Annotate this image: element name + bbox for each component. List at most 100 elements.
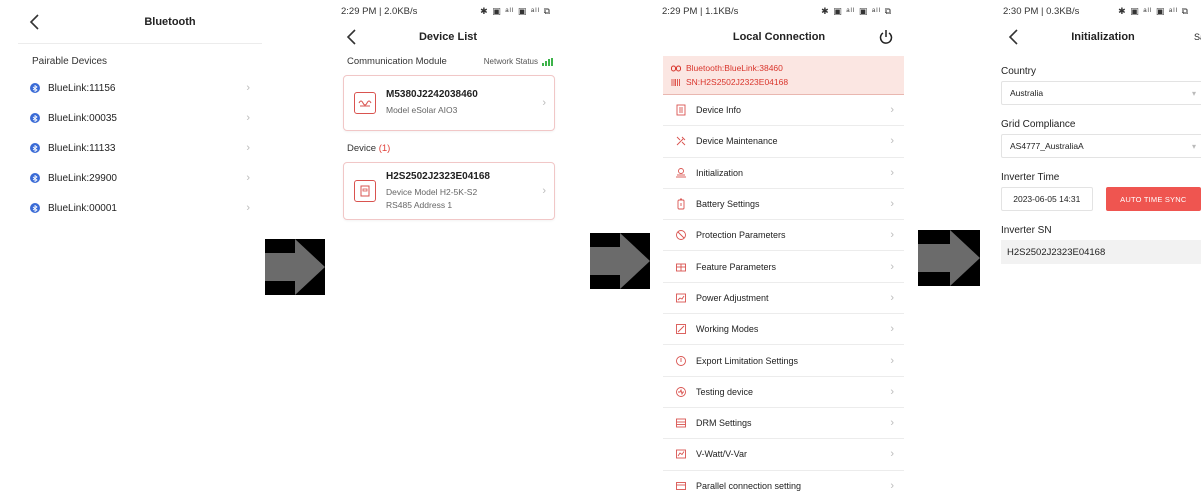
grid-compliance-label: Grid Compliance xyxy=(1001,119,1076,130)
menu-item-v-watt[interactable]: V-Watt/V-Var › xyxy=(663,439,904,471)
back-icon[interactable] xyxy=(1003,26,1025,48)
drm-icon xyxy=(675,417,687,429)
signal-icon xyxy=(542,57,553,66)
status-bar: 2:29 PM | 1.1KB/s ✱ ▣ ᵃˡˡ ▣ ᵃˡˡ ⧉ xyxy=(654,0,904,22)
bluetooth-device-item[interactable]: BlueLink:00001 › xyxy=(18,193,262,223)
inverter-sn-value: H2S2502J2323E04168 xyxy=(1001,240,1201,264)
menu-item-label: Power Adjustment xyxy=(696,292,769,303)
page-title: Bluetooth xyxy=(144,15,196,28)
menu-item-label: Testing device xyxy=(696,386,754,397)
initialization-header: Initialization Sa xyxy=(995,22,1201,52)
menu-item-feature[interactable]: Feature Parameters › xyxy=(663,251,904,283)
chevron-right-icon: › xyxy=(246,82,250,94)
chevron-right-icon: › xyxy=(890,479,894,492)
status-time: 2:29 PM | 2.0KB/s xyxy=(341,5,418,17)
initialization-screen: 2:30 PM | 0.3KB/s ✱ ▣ ᵃˡˡ ▣ ᵃˡˡ ⧉ Initia… xyxy=(995,0,1201,497)
menu-item-parallel[interactable]: Parallel connection setting › xyxy=(663,471,904,497)
menu-item-initialization[interactable]: Initialization › xyxy=(663,158,904,189)
bluetooth-icon xyxy=(30,83,40,93)
chevron-right-icon: › xyxy=(890,260,894,273)
menu-item-protection[interactable]: Protection Parameters › xyxy=(663,220,904,252)
chevron-right-icon: › xyxy=(890,448,894,461)
parallel-icon xyxy=(675,480,687,492)
status-bar: 2:29 PM | 2.0KB/s ✱ ▣ ᵃˡˡ ▣ ᵃˡˡ ⧉ xyxy=(333,0,563,22)
module-icon xyxy=(354,92,376,114)
country-select[interactable]: Australia ▾ xyxy=(1001,81,1201,105)
bluetooth-device-name: BlueLink:00035 xyxy=(48,112,117,124)
bluetooth-connection-line: Bluetooth:BlueLink:38460 xyxy=(671,61,896,75)
menu-item-device-info[interactable]: Device Info › xyxy=(663,95,904,127)
pairable-devices-list: BlueLink:11156 › BlueLink:00035 › BlueLink:1… xyxy=(18,73,262,223)
menu-item-battery[interactable]: Battery Settings › xyxy=(663,189,904,221)
bluetooth-device-item[interactable]: BlueLink:11133 › xyxy=(18,133,262,163)
auto-time-sync-button[interactable]: AUTO TIME SYNC xyxy=(1105,187,1201,211)
menu-item-working-modes[interactable]: Working Modes › xyxy=(663,314,904,346)
device-section-label: Device (1) xyxy=(333,131,563,158)
bluetooth-device-name: BlueLink:00001 xyxy=(48,202,117,214)
status-time: 2:29 PM | 1.1KB/s xyxy=(662,5,739,17)
grid-compliance-select[interactable]: AS4777_AustraliaA ▾ xyxy=(1001,134,1201,158)
page-title: Local Connection xyxy=(732,31,826,43)
testing-icon xyxy=(675,386,687,398)
local-connection-header: Local Connection xyxy=(654,22,904,52)
device-count: (1) xyxy=(378,143,391,154)
device-card[interactable]: H2S2502J2323E04168 Device Model H2-5K-S2… xyxy=(343,162,555,220)
link-icon xyxy=(671,65,681,71)
feature-icon xyxy=(675,261,687,273)
bluetooth-device-item[interactable]: BlueLink:00035 › xyxy=(18,103,262,133)
module-model: Model eSolar AIO3 xyxy=(386,105,458,115)
menu-item-label: DRM Settings xyxy=(696,418,752,429)
settings-menu: Device Info › Device Maintenance › Initializ… xyxy=(663,95,904,497)
bluetooth-icon xyxy=(30,143,40,153)
inverter-time-input[interactable]: 2023-06-05 14:31 xyxy=(1001,187,1093,211)
inverter-time-row: 2023-06-05 14:31 AUTO TIME SYNC xyxy=(1001,187,1201,211)
chevron-down-icon: ▾ xyxy=(1191,141,1196,151)
bluetooth-icon xyxy=(30,113,40,123)
chevron-right-icon: › xyxy=(542,97,546,109)
bluetooth-device-item[interactable]: BlueLink:29900 › xyxy=(18,163,262,193)
chevron-right-icon: › xyxy=(890,229,894,242)
back-icon[interactable] xyxy=(341,26,363,48)
connection-info-box: Bluetooth:BlueLink:38460 SN:H2S2502J2323… xyxy=(663,56,904,95)
chevron-right-icon: › xyxy=(890,135,894,148)
menu-item-label: Feature Parameters xyxy=(696,261,777,272)
communication-module-label: Communication Module xyxy=(347,56,447,67)
back-icon[interactable] xyxy=(24,11,46,33)
chevron-right-icon: › xyxy=(542,185,546,197)
country-value: Australia xyxy=(1010,88,1044,98)
menu-item-maintenance[interactable]: Device Maintenance › xyxy=(663,126,904,158)
device-list-header: Device List xyxy=(333,22,563,52)
chevron-right-icon: › xyxy=(890,417,894,430)
menu-item-label: Export Limitation Settings xyxy=(696,355,799,366)
bluetooth-icon xyxy=(30,173,40,183)
bluetooth-device-item[interactable]: BlueLink:11156 › xyxy=(18,73,262,103)
device-address: RS485 Address 1 xyxy=(386,199,453,210)
power-adjust-icon xyxy=(675,292,687,304)
menu-item-testing[interactable]: Testing device › xyxy=(663,377,904,408)
menu-item-label: Working Modes xyxy=(696,324,759,335)
module-serial: M5380J2242038460 xyxy=(386,89,478,100)
chevron-right-icon: › xyxy=(246,112,250,124)
chevron-right-icon: › xyxy=(246,202,250,214)
device-info-icon xyxy=(675,104,687,116)
chevron-down-icon: ▾ xyxy=(1191,88,1196,98)
status-time: 2:30 PM | 0.3KB/s xyxy=(1003,5,1080,17)
menu-item-export-limit[interactable]: Export Limitation Settings › xyxy=(663,345,904,377)
menu-item-power-adjust[interactable]: Power Adjustment › xyxy=(663,283,904,315)
sn-text: SN:H2S2502J2323E04168 xyxy=(686,77,789,87)
device-list-screen: 2:29 PM | 2.0KB/s ✱ ▣ ᵃˡˡ ▣ ᵃˡˡ ⧉ Device… xyxy=(333,0,563,497)
status-icons: ✱ ▣ ᵃˡˡ ▣ ᵃˡˡ ⧉ xyxy=(1118,5,1189,16)
chevron-right-icon: › xyxy=(890,291,894,304)
chevron-right-icon: › xyxy=(890,104,894,117)
communication-module-card[interactable]: M5380J2242038460 Model eSolar AIO3 › xyxy=(343,75,555,131)
page-title: Initialization xyxy=(1071,31,1135,43)
save-button[interactable]: Sa xyxy=(1194,32,1201,42)
bluetooth-device-name: BlueLink:29900 xyxy=(48,172,117,184)
menu-item-drm[interactable]: DRM Settings › xyxy=(663,408,904,440)
working-modes-icon xyxy=(675,323,687,335)
menu-item-label: Initialization xyxy=(696,167,744,178)
country-label: Country xyxy=(1001,66,1037,77)
chevron-right-icon: › xyxy=(890,385,894,398)
chevron-right-icon: › xyxy=(890,354,894,367)
power-icon[interactable] xyxy=(878,29,894,45)
